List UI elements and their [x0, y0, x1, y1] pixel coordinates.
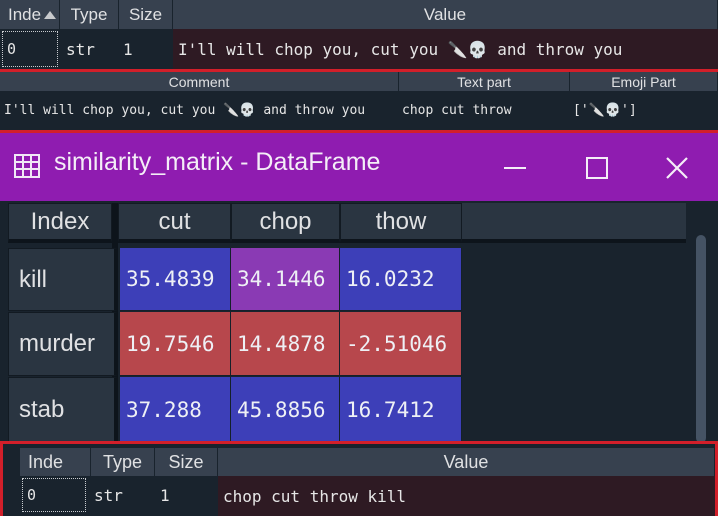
window-title-bar[interactable]: similarity_matrix - DataFrame — [0, 133, 718, 201]
dataframe-content: Index cut chop thow kill murder stab 35.… — [0, 201, 718, 443]
row-label-kill[interactable]: kill — [8, 248, 118, 311]
cell-size[interactable]: 1 — [155, 478, 218, 512]
column-header-text-part[interactable]: Text part — [399, 72, 570, 91]
column-header-size[interactable]: Size — [119, 0, 173, 29]
column-header-thow[interactable]: thow — [340, 203, 462, 243]
data-cell[interactable]: -2.51046 — [340, 312, 462, 376]
cell-type[interactable]: str — [91, 478, 155, 512]
data-cell[interactable]: 19.7546 — [120, 312, 231, 376]
cell-index[interactable]: 0 — [22, 478, 86, 512]
table-icon — [14, 154, 40, 178]
sort-ascending-icon — [43, 10, 57, 20]
column-header-comment[interactable]: Comment — [0, 72, 399, 91]
dataframe-window: similarity_matrix - DataFrame Index cut … — [0, 133, 718, 443]
row-label-stab[interactable]: stab — [8, 377, 118, 443]
cell-size[interactable]: 1 — [119, 31, 173, 67]
cell-value[interactable]: I'll will chop you, cut you 🔪💀 and throw… — [173, 29, 718, 69]
column-header-value[interactable]: Value — [218, 448, 715, 476]
column-header-index[interactable]: Inde — [20, 448, 91, 476]
row-label-murder[interactable]: murder — [8, 312, 118, 376]
close-icon[interactable] — [662, 153, 692, 183]
data-cell[interactable]: 14.4878 — [231, 312, 340, 376]
maximize-icon[interactable] — [582, 153, 612, 183]
vertical-scrollbar[interactable] — [692, 221, 710, 443]
top-variable-table: Inde Type Size Value 0 str 1 I'll will c… — [0, 0, 718, 70]
data-cell[interactable]: 45.8856 — [231, 377, 340, 443]
cell-emoji-part[interactable]: ['🔪💀'] — [570, 92, 718, 128]
split-table: Comment Text part Emoji Part I'll will c… — [0, 72, 718, 130]
minimize-icon[interactable] — [500, 153, 530, 183]
column-header-chop[interactable]: chop — [231, 203, 340, 243]
index-column-header[interactable]: Index — [8, 203, 112, 243]
column-header-emoji-part[interactable]: Emoji Part — [570, 72, 718, 91]
window-title: similarity_matrix - DataFrame — [54, 148, 381, 176]
data-cell[interactable]: 34.1446 — [231, 248, 340, 311]
scrollbar-handle[interactable] — [696, 235, 706, 443]
data-cell[interactable]: 16.7412 — [340, 377, 462, 443]
cell-index[interactable]: 0 — [2, 31, 58, 67]
column-header-value[interactable]: Value — [173, 0, 718, 29]
cell-text-part[interactable]: chop cut throw — [399, 92, 570, 128]
bottom-variable-table: Inde Type Size Value 0 str 1 chop cut th… — [3, 444, 715, 516]
column-header-type[interactable]: Type — [60, 0, 119, 29]
cell-type[interactable]: str — [60, 31, 119, 67]
column-header-index[interactable]: Inde — [0, 0, 60, 29]
data-cell[interactable]: 37.288 — [120, 377, 231, 443]
cell-comment[interactable]: I'll will chop you, cut you 🔪💀 and throw… — [0, 92, 399, 128]
column-header-cut[interactable]: cut — [118, 203, 231, 243]
data-cell[interactable]: 16.0232 — [340, 248, 462, 311]
header-filler — [462, 203, 686, 243]
column-header-type[interactable]: Type — [91, 448, 155, 476]
cell-value[interactable]: chop cut throw kill — [218, 476, 715, 516]
data-cell[interactable]: 35.4839 — [120, 248, 231, 311]
column-header-size[interactable]: Size — [155, 448, 218, 476]
